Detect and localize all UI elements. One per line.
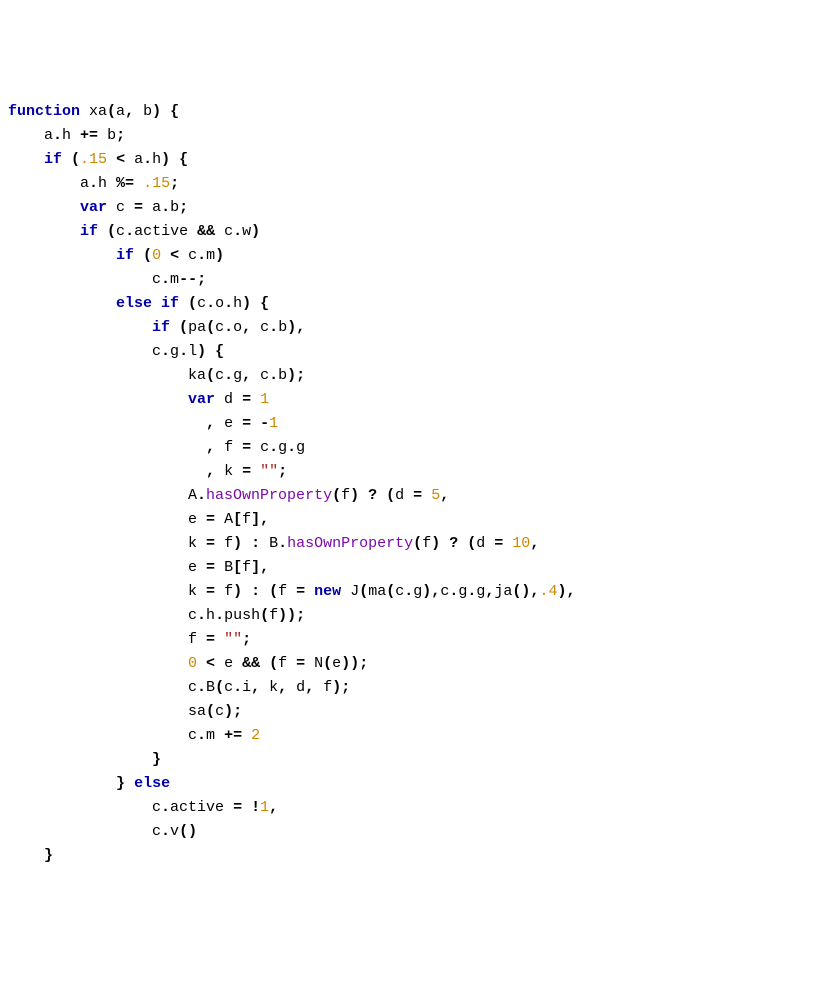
- code-block: function xa(a, b) { a.h += b; if (.15 < …: [8, 100, 817, 868]
- kw-else: else: [134, 775, 170, 792]
- kw-var: var: [80, 199, 107, 216]
- method-hasownproperty: hasOwnProperty: [206, 487, 332, 504]
- kw-new: new: [314, 583, 341, 600]
- kw-if: if: [44, 151, 62, 168]
- kw-else-if: else if: [116, 295, 179, 312]
- kw-function: function: [8, 103, 80, 120]
